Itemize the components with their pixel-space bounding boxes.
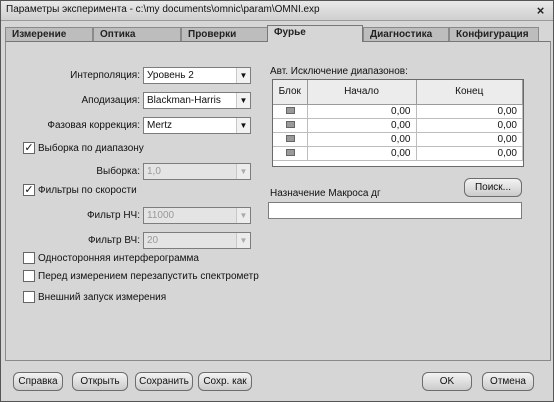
external-trigger-label: Внешний запуск измерения: [38, 292, 167, 303]
interpolation-label: Интерполяция:: [70, 70, 140, 81]
end-cell[interactable]: 0,00: [416, 146, 523, 161]
speed-filters-label: Фильтры по скорости: [38, 185, 137, 196]
one-sided-label: Односторонняя интерферограмма: [38, 253, 199, 264]
interpolation-value: Уровень 2: [147, 70, 194, 81]
exclusions-title: Авт. Исключение диапазонов:: [270, 66, 408, 77]
tab-checks[interactable]: Проверки: [181, 27, 269, 41]
sampling-select[interactable]: 1,0 ▼: [143, 163, 251, 180]
save-button[interactable]: Сохранить: [135, 372, 193, 391]
range-sampling-checkbox[interactable]: ✓: [23, 142, 35, 154]
table-row[interactable]: 0,00 0,00: [273, 118, 523, 133]
table-row[interactable]: 0,00 0,00: [273, 104, 523, 119]
phase-correction-select[interactable]: Mertz ▼: [143, 117, 251, 134]
phase-correction-value: Mertz: [147, 120, 172, 131]
close-icon[interactable]: ×: [533, 3, 548, 18]
table-header-row: Блок Начало Конец: [273, 80, 523, 105]
tab-diagnostics[interactable]: Диагностика: [363, 27, 449, 41]
block-marker-icon: [285, 106, 295, 114]
block-marker-icon: [285, 120, 295, 128]
tab-configuration[interactable]: Конфигурация: [449, 27, 539, 41]
speed-filters-checkbox[interactable]: ✓: [23, 184, 35, 196]
macro-input[interactable]: [268, 202, 522, 219]
tab-strip: Измерение Оптика Проверки Фурье Диагност…: [5, 25, 551, 42]
cancel-button[interactable]: Отмена: [482, 372, 534, 391]
experiment-parameters-dialog: Параметры эксперимента - c:\my documents…: [0, 0, 554, 402]
open-button[interactable]: Открыть: [72, 372, 128, 391]
end-cell[interactable]: 0,00: [416, 132, 523, 147]
chevron-down-icon: ▼: [236, 118, 250, 133]
sampling-label: Выборка:: [96, 166, 140, 177]
chevron-down-icon: ▼: [236, 164, 250, 179]
tab-optics[interactable]: Оптика: [93, 27, 181, 41]
start-cell[interactable]: 0,00: [307, 104, 417, 119]
block-cell[interactable]: [273, 132, 308, 147]
save-as-button[interactable]: Сохр. как: [198, 372, 252, 391]
tab-fourier[interactable]: Фурье: [267, 25, 363, 42]
start-cell[interactable]: 0,00: [307, 132, 417, 147]
highpass-select[interactable]: 20 ▼: [143, 232, 251, 249]
table-row[interactable]: 0,00 0,00: [273, 146, 523, 161]
start-cell[interactable]: 0,00: [307, 146, 417, 161]
column-header-block: Блок: [273, 80, 308, 105]
external-trigger-checkbox[interactable]: [23, 291, 35, 303]
end-cell[interactable]: 0,00: [416, 104, 523, 119]
table-row[interactable]: 0,00 0,00: [273, 132, 523, 147]
chevron-down-icon: ▼: [236, 233, 250, 248]
apodization-value: Blackman-Harris: [147, 95, 221, 106]
chevron-down-icon: ▼: [236, 68, 250, 83]
exclusions-table[interactable]: Блок Начало Конец 0,00 0,00 0,00 0,00 0,…: [272, 79, 524, 167]
interpolation-select[interactable]: Уровень 2 ▼: [143, 67, 251, 84]
phase-correction-label: Фазовая коррекция:: [47, 120, 140, 131]
restart-checkbox[interactable]: [23, 270, 35, 282]
ok-button[interactable]: OK: [422, 372, 472, 391]
start-cell[interactable]: 0,00: [307, 118, 417, 133]
sampling-value: 1,0: [147, 166, 161, 177]
block-marker-icon: [285, 148, 295, 156]
restart-label: Перед измерением перезапустить спектроме…: [38, 271, 259, 282]
block-cell[interactable]: [273, 118, 308, 133]
lowpass-label: Фильтр НЧ:: [86, 210, 140, 221]
block-cell[interactable]: [273, 146, 308, 161]
column-header-start: Начало: [307, 80, 417, 105]
apodization-select[interactable]: Blackman-Harris ▼: [143, 92, 251, 109]
title-bar[interactable]: Параметры эксперимента - c:\my documents…: [1, 1, 553, 21]
window-title: Параметры эксперимента - c:\my documents…: [6, 4, 320, 15]
chevron-down-icon: ▼: [236, 93, 250, 108]
fourier-panel: Интерполяция: Уровень 2 ▼ Аподизация: Bl…: [5, 41, 551, 361]
apodization-label: Аподизация:: [81, 95, 140, 106]
lowpass-select[interactable]: 11000 ▼: [143, 207, 251, 224]
chevron-down-icon: ▼: [236, 208, 250, 223]
tab-measurement[interactable]: Измерение: [5, 27, 93, 41]
one-sided-checkbox[interactable]: [23, 252, 35, 264]
range-sampling-label: Выборка по диапазону: [38, 143, 144, 154]
help-button[interactable]: Справка: [13, 372, 63, 391]
block-marker-icon: [285, 134, 295, 142]
search-button[interactable]: Поиск...: [464, 178, 522, 197]
macro-label: Назначение Макроса дг: [270, 188, 381, 199]
end-cell[interactable]: 0,00: [416, 118, 523, 133]
column-header-end: Конец: [416, 80, 523, 105]
block-cell[interactable]: [273, 104, 308, 119]
highpass-value: 20: [147, 235, 159, 246]
lowpass-value: 11000: [147, 210, 175, 221]
highpass-label: Фильтр ВЧ:: [87, 235, 140, 246]
